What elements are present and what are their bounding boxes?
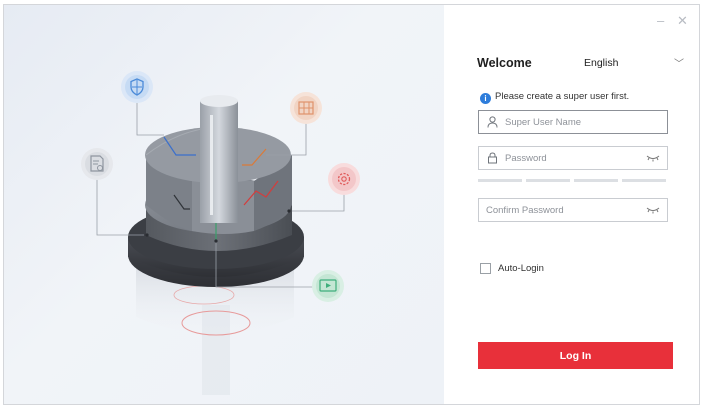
auto-login-checkbox[interactable] bbox=[480, 263, 491, 274]
welcome-title: Welcome bbox=[477, 56, 532, 70]
super-user-notice: i Please create a super user first. bbox=[480, 91, 629, 104]
grid-icon bbox=[290, 92, 322, 124]
strength-segment bbox=[622, 179, 666, 182]
document-search-icon bbox=[81, 148, 113, 180]
chevron-down-icon: ﹀ bbox=[674, 59, 684, 70]
minimize-button[interactable]: – bbox=[657, 13, 664, 28]
login-button[interactable]: Log In bbox=[478, 342, 673, 369]
user-icon bbox=[487, 116, 498, 128]
close-button[interactable]: ✕ bbox=[677, 13, 688, 29]
confirm-password-input[interactable] bbox=[486, 199, 622, 221]
username-input[interactable] bbox=[505, 111, 641, 133]
password-strength-meter bbox=[478, 179, 668, 182]
strength-segment bbox=[526, 179, 570, 182]
info-icon: i bbox=[480, 93, 491, 104]
eye-closed-icon[interactable] bbox=[646, 153, 660, 163]
login-window: – ✕ Welcome English ﹀ i Please create a s… bbox=[3, 4, 700, 405]
language-select[interactable]: English ﹀ bbox=[564, 56, 688, 74]
password-input[interactable] bbox=[505, 147, 641, 169]
hardware-illustration bbox=[81, 71, 360, 395]
illustration-panel bbox=[4, 5, 444, 404]
eye-closed-icon[interactable] bbox=[646, 205, 660, 215]
notice-text: Please create a super user first. bbox=[495, 91, 630, 102]
lock-icon bbox=[488, 152, 497, 164]
password-field[interactable] bbox=[478, 146, 668, 170]
language-value: English bbox=[584, 57, 619, 69]
gear-icon bbox=[328, 163, 360, 195]
confirm-password-field[interactable] bbox=[478, 198, 668, 222]
auto-login-label[interactable]: Auto-Login bbox=[498, 263, 544, 274]
video-icon bbox=[312, 270, 344, 302]
shield-icon bbox=[121, 71, 153, 103]
strength-segment bbox=[478, 179, 522, 182]
login-form-panel: – ✕ Welcome English ﹀ i Please create a s… bbox=[444, 5, 699, 404]
username-field[interactable] bbox=[478, 110, 668, 134]
strength-segment bbox=[574, 179, 618, 182]
